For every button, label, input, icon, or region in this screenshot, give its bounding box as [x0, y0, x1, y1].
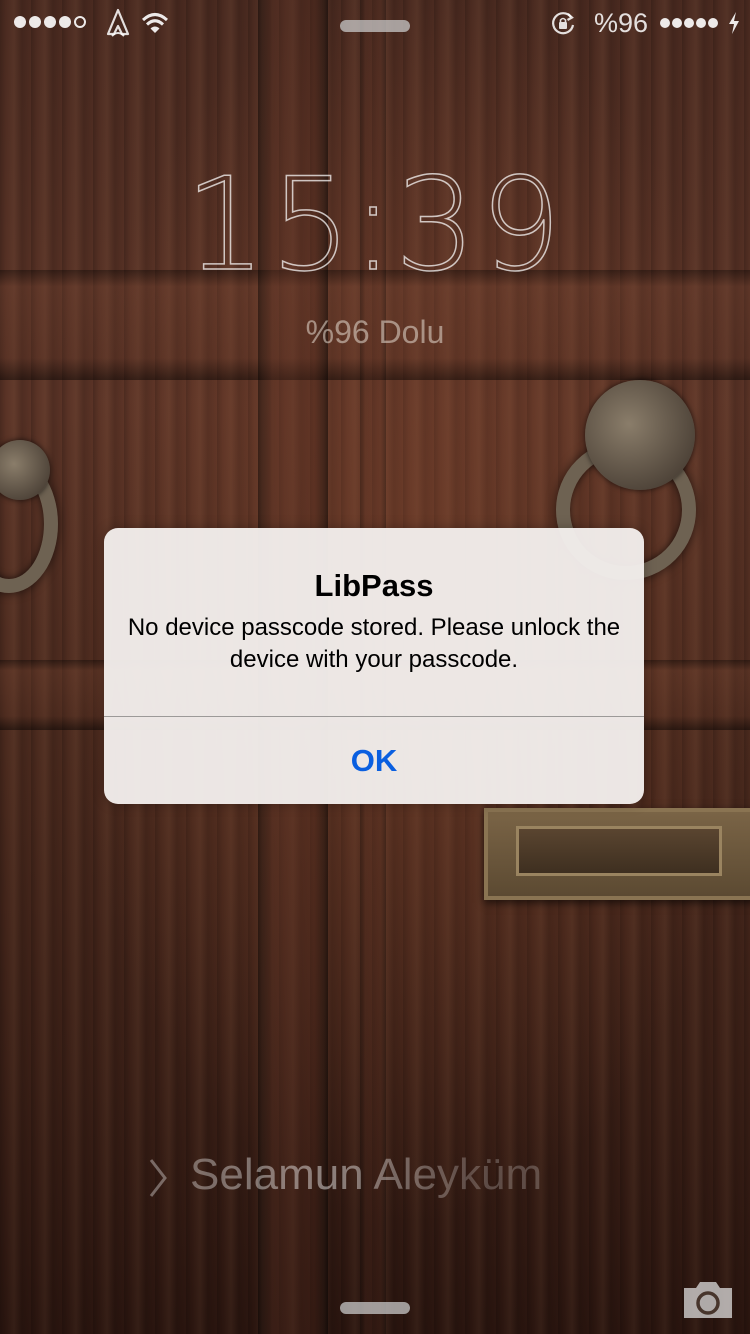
status-bar: %96 [0, 0, 750, 46]
custom-carrier-icon [106, 8, 130, 37]
signal-dot [14, 16, 26, 28]
rotation-lock-icon [552, 12, 575, 35]
battery-dot [672, 18, 682, 28]
ok-button[interactable]: OK [104, 717, 644, 804]
slide-to-unlock[interactable]: Selamun Aleyküm [0, 1148, 750, 1208]
battery-percentage: %96 [594, 8, 649, 38]
control-center-grabber[interactable] [340, 1302, 410, 1314]
alert-title: LibPass [314, 568, 434, 603]
signal-dot [29, 16, 41, 28]
charging-bolt-icon [729, 12, 739, 34]
wifi-icon [142, 13, 168, 33]
battery-dot [660, 18, 670, 28]
signal-dot [44, 16, 56, 28]
lock-screen-clock: 15:39 [0, 151, 750, 300]
battery-status-text: %96 Dolu [305, 314, 445, 350]
battery-dots-icon [660, 18, 718, 28]
lock-screen: %96 15:39 %96 Dolu LibPass No device pas… [0, 0, 750, 1334]
clock-hours: 15 [184, 151, 356, 300]
alert-message: No device passcode stored. Please unlock… [127, 614, 621, 673]
door-mail-slot-opening [516, 826, 722, 876]
signal-dot [59, 16, 71, 28]
slide-to-unlock-label: Selamun Aleyküm [190, 1150, 543, 1199]
door-mail-slot [484, 808, 750, 900]
battery-dot [696, 18, 706, 28]
clock-separator: : [351, 151, 399, 300]
clock-minutes: 39 [394, 151, 566, 300]
door-ring-hub-right [585, 380, 695, 490]
battery-dot [684, 18, 694, 28]
chevron-right-icon [149, 1159, 167, 1197]
camera-icon[interactable] [680, 1276, 736, 1320]
battery-dot [708, 18, 718, 28]
signal-strength-icon [14, 16, 86, 28]
alert-dialog: LibPass No device passcode stored. Pleas… [104, 528, 644, 804]
notification-center-grabber[interactable] [340, 20, 410, 32]
signal-dot-empty [74, 16, 86, 28]
